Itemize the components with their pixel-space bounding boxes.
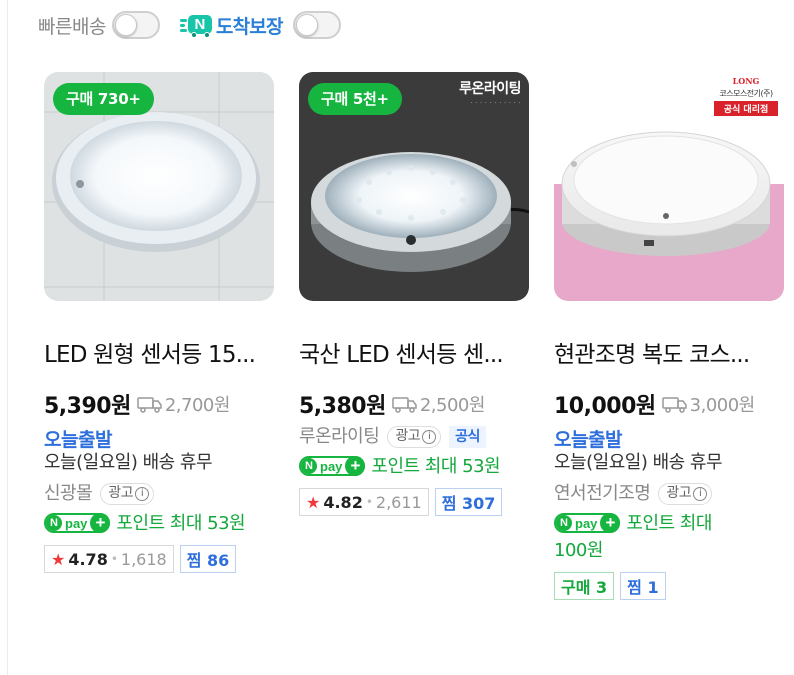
product-thumbnail[interactable]: LONG 코스모스전기(주) 공식 대리점 [554, 72, 784, 301]
filter-bar: 빠른배송 N 도착보장 [38, 9, 341, 41]
official-dealer-tag: 공식 대리점 [714, 101, 778, 116]
npay-points-row: Npay + 포인트 최대 53원 [299, 453, 529, 480]
seller-name[interactable]: 신광몰 [44, 480, 93, 507]
product-title[interactable]: 현관조명 복도 코스... [554, 335, 784, 369]
arrival-badge-letter: N [187, 15, 212, 34]
rating-chip: ★ 4.82 • 2,611 [299, 488, 429, 516]
stats-chips: ★ 4.78 • 1,618 찜 86 [44, 545, 274, 573]
shipping-truck-icon [661, 397, 687, 413]
points-text: 포인트 최대 53원 [371, 456, 501, 477]
ad-badge[interactable]: 광고 i [658, 482, 713, 505]
shipping-fee: 2,700원 [164, 395, 231, 416]
product-price: 5,390원 [44, 394, 131, 419]
shipping-fee: 2,500원 [419, 395, 486, 416]
review-count: 1,618 [120, 549, 167, 569]
product-card[interactable]: 구매 5천+ 루온라이팅 · · · · · · · · · · · 국산 LE… [299, 72, 529, 516]
product-title[interactable]: LED 원형 센서등 15... [44, 335, 274, 369]
delivery-note: 오늘(일요일) 배송 휴무 [44, 452, 213, 473]
brand-logo-block: LONG 코스모스전기(주) 공식 대리점 [714, 76, 778, 116]
npay-plus-icon: Npay + [554, 513, 621, 533]
arrival-truck-icon: N [179, 13, 212, 38]
points-text: 포인트 최대 53원 [116, 513, 246, 534]
shipping-truck-icon [392, 397, 417, 413]
stats-chips: 구매 3 찜 1 [554, 572, 784, 600]
npay-points-row: Npay + 포인트 최대 [554, 510, 784, 537]
points-text: 포인트 최대 [626, 513, 712, 534]
info-icon: i [422, 429, 437, 444]
ad-label: 광고 [395, 428, 421, 444]
product-thumbnail[interactable]: 구매 5천+ 루온라이팅 · · · · · · · · · · · [299, 72, 529, 301]
npay-plus-icon: Npay + [44, 513, 111, 533]
ad-label: 광고 [108, 485, 133, 501]
left-divider [7, 0, 8, 675]
arrival-guarantee-label: 도착보장 [215, 15, 284, 38]
zzim-count-chip: 찜 1 [620, 572, 666, 600]
seller-name[interactable]: 루온라이팅 [299, 423, 380, 450]
points-text-continued: 100원 [554, 540, 603, 561]
shipping-fee: 3,000원 [689, 395, 756, 416]
info-icon: i [693, 486, 708, 501]
brand-logo-top: LONG [732, 76, 760, 86]
rating-value: 4.82 [323, 492, 363, 512]
npay-plus-icon: Npay + [299, 456, 366, 476]
ships-today-label: 오늘출발 [554, 429, 622, 451]
purchase-count-badge: 구매 730+ [53, 83, 154, 115]
seller-name[interactable]: 연서전기조명 [554, 480, 651, 507]
brand-watermark-text: 루온라이팅 [459, 81, 521, 97]
ad-badge[interactable]: 광고 i [100, 482, 154, 505]
product-card[interactable]: LONG 코스모스전기(주) 공식 대리점 현관조명 복도 코스... 10,0… [554, 72, 784, 600]
star-icon: ★ [306, 492, 321, 512]
product-price: 10,000원 [554, 394, 656, 419]
rating-chip: ★ 4.78 • 1,618 [44, 545, 174, 573]
purchase-count-chip: 구매 3 [554, 572, 615, 600]
product-card[interactable]: 구매 730+ LED 원형 센서등 15... 5,390원 2,700원 오… [44, 72, 274, 573]
fast-delivery-label: 빠른배송 [38, 15, 106, 38]
brand-watermark: 루온라이팅 · · · · · · · · · · · [459, 81, 521, 107]
rating-value: 4.78 [68, 549, 108, 569]
price-row: 10,000원 3,000원 [554, 389, 784, 419]
seller-row: 연서전기조명 광고 i [554, 480, 784, 507]
info-icon: i [134, 486, 149, 501]
seller-row: 신광몰 광고 i [44, 480, 274, 507]
brand-logo-name: 코스모스전기(주) [719, 89, 773, 98]
stats-chips: ★ 4.82 • 2,611 찜 307 [299, 488, 529, 516]
official-store-badge: 공식 [449, 425, 486, 448]
delivery-note: 오늘(일요일) 배송 휴무 [554, 452, 723, 473]
toggle-knob [114, 14, 137, 36]
toggle-knob [295, 14, 318, 36]
purchase-count-badge: 구매 5천+ [308, 83, 402, 115]
price-row: 5,380원 2,500원 [299, 389, 529, 419]
ad-badge[interactable]: 광고 i [387, 425, 442, 448]
review-count: 2,611 [375, 492, 422, 512]
npay-points-row: Npay + 포인트 최대 53원 [44, 510, 274, 537]
star-icon: ★ [51, 549, 66, 569]
fast-delivery-toggle[interactable] [111, 11, 160, 39]
product-price: 5,380원 [299, 394, 386, 419]
ad-label: 광고 [666, 485, 692, 501]
arrival-guarantee-toggle[interactable] [292, 11, 341, 39]
shipping-truck-icon [137, 397, 162, 413]
arrival-guarantee-filter: N 도착보장 [179, 11, 341, 39]
product-thumbnail[interactable]: 구매 730+ [44, 72, 274, 301]
product-title[interactable]: 국산 LED 센서등 센... [299, 335, 529, 369]
price-row: 5,390원 2,700원 [44, 389, 274, 419]
zzim-count-chip: 찜 86 [179, 545, 237, 573]
ships-today-label: 오늘출발 [44, 429, 112, 451]
seller-row: 루온라이팅 광고 i 공식 [299, 423, 529, 450]
zzim-count-chip: 찜 307 [434, 488, 503, 516]
